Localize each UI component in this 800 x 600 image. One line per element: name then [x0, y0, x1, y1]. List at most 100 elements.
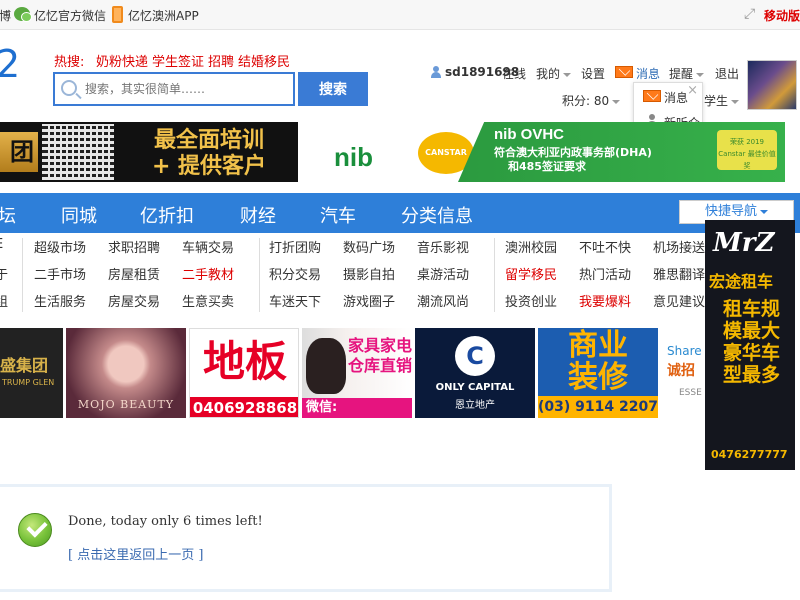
back-link[interactable]: [ 点击这里返回上一页 ]: [68, 544, 203, 563]
category-link[interactable]: 音乐影视: [417, 237, 469, 256]
category-link[interactable]: 二手教材: [182, 264, 234, 283]
nav-item-discount[interactable]: 亿折扣: [140, 202, 194, 228]
category-link[interactable]: 意见建议: [653, 291, 705, 310]
category-link[interactable]: 留学移民: [505, 264, 557, 283]
category-link[interactable]: 房屋租赁: [108, 264, 160, 283]
ad-wechat: 微信: aubed001: [302, 398, 412, 418]
messages-link[interactable]: 消息: [636, 65, 660, 82]
chevron-down-icon: [731, 99, 740, 104]
settings-link[interactable]: 设置: [581, 65, 605, 82]
avatar[interactable]: [747, 60, 797, 110]
divider: [494, 238, 495, 312]
ad-title: 商业 装修: [568, 328, 628, 395]
ad-tile-trump-glen[interactable]: 盛集团 TRUMP GLEN: [0, 328, 63, 418]
banner-text: 最全面培训 + 提供客户: [134, 128, 284, 180]
chevron-down-icon: [760, 209, 768, 214]
category-link[interactable]: 雅思翻译: [653, 264, 705, 283]
category-link[interactable]: 积分交易: [269, 264, 321, 283]
user-group[interactable]: 学生: [704, 92, 740, 109]
model-photo: [306, 338, 346, 394]
category-link[interactable]: 摄影自拍: [343, 264, 395, 283]
hot-link[interactable]: 学生签证: [152, 55, 204, 70]
hot-search-label: 热搜:: [54, 55, 85, 70]
mrz-subtitle: 宏途租车: [709, 272, 774, 291]
close-icon[interactable]: ×: [687, 83, 698, 98]
link-fragment[interactable]: 组: [0, 291, 8, 310]
category-link[interactable]: 桌游活动: [417, 264, 469, 283]
ad-tile-renovation[interactable]: 商业 装修 (03) 9114 2207: [538, 328, 658, 418]
search-input[interactable]: [85, 80, 285, 98]
mrz-car-rental-ad[interactable]: MrZ 宏途租车 租车规模最大 豪华车型最多 0476277777: [705, 220, 795, 470]
quick-nav-label: 快捷导航: [704, 204, 757, 219]
nib-banner[interactable]: nib CANSTAR nib OVHC 符合澳大利亚内政事务部(DHA) 和4…: [330, 122, 785, 182]
category-link[interactable]: 投资创业: [505, 291, 557, 310]
ad-title: MOJO BEAUTY: [77, 398, 175, 411]
category-link[interactable]: 潮流风尚: [417, 291, 469, 310]
status-message: Done, today only 6 times left!: [68, 514, 263, 529]
nav-item-forum[interactable]: 坛: [0, 202, 16, 228]
user-icon: [430, 66, 441, 78]
app-link[interactable]: 亿忆澳洲APP: [128, 7, 199, 24]
chevron-down-icon: [612, 99, 621, 104]
category-link[interactable]: 澳洲校园: [505, 237, 557, 256]
nav-item-local[interactable]: 同城: [61, 202, 97, 228]
category-link[interactable]: 打折团购: [269, 237, 321, 256]
ad-tile-only-capital[interactable]: ONLY CAPITAL 恩立地产: [415, 328, 535, 418]
training-banner[interactable]: 团 最全面培训 + 提供客户: [0, 122, 298, 182]
logout-link[interactable]: 退出: [715, 65, 739, 82]
banner-line1: 最全面培训: [153, 128, 264, 153]
nib-panel: nib OVHC 符合澳大利亚内政事务部(DHA) 和485签证要求 荣获 20…: [458, 122, 785, 182]
category-link[interactable]: 生意买卖: [182, 291, 234, 310]
ad-tile-flooring[interactable]: 地板 0406928868: [189, 328, 299, 418]
category-link[interactable]: 热门活动: [579, 264, 631, 283]
hot-search-links: 奶粉快递 学生签证 招聘 结婚移民: [96, 51, 294, 70]
mobile-version-link[interactable]: 移动版: [764, 7, 800, 24]
hot-link[interactable]: 招聘: [208, 55, 234, 70]
category-link[interactable]: 车迷天下: [269, 291, 321, 310]
wechat-icon: [14, 7, 32, 22]
mobile-phone-icon: [112, 6, 123, 23]
points-menu[interactable]: 积分: 80: [562, 92, 621, 109]
ad-phone: 0406928868: [190, 397, 298, 417]
my-menu[interactable]: 我的: [536, 65, 572, 82]
link-fragment[interactable]: 于: [0, 264, 8, 283]
online-status[interactable]: 在线: [502, 65, 526, 82]
ad-subtitle: TRUMP GLEN: [2, 378, 55, 387]
nav-item-cars[interactable]: 汽车: [320, 202, 356, 228]
ad-subtitle: 诚招: [667, 363, 695, 379]
banner-line2: + 提供客户: [151, 154, 267, 179]
ad-tile-share[interactable]: Share 诚招 ESSE: [661, 328, 711, 418]
category-link[interactable]: 机场接送: [653, 237, 705, 256]
link-fragment[interactable]: E: [0, 237, 3, 252]
ad-tile-mojo-beauty[interactable]: MOJO BEAUTY: [66, 328, 186, 418]
qr-code-image: [42, 124, 114, 180]
site-logo[interactable]: 2: [0, 42, 20, 86]
user-group-label: 学生: [704, 94, 729, 108]
nav-item-finance[interactable]: 财经: [240, 202, 276, 228]
expand-icon[interactable]: ⤢: [744, 7, 758, 21]
category-link[interactable]: 车辆交易: [182, 237, 234, 256]
mail-icon: [615, 66, 633, 78]
search-button[interactable]: 搜索: [298, 72, 368, 106]
award-badge: 荣获 2019 Canstar 最佳价值奖: [717, 130, 777, 170]
mrz-slogan: 租车规模最大 豪华车型最多: [723, 298, 781, 386]
nav-item-classifieds[interactable]: 分类信息: [401, 202, 473, 228]
category-link[interactable]: 房屋交易: [108, 291, 160, 310]
hot-link[interactable]: 结婚移民: [238, 55, 290, 70]
wechat-link[interactable]: 亿忆官方微信: [34, 7, 106, 24]
category-link[interactable]: 超级市场: [34, 237, 86, 256]
category-link[interactable]: 游戏圈子: [343, 291, 395, 310]
category-link[interactable]: 生活服务: [34, 291, 86, 310]
category-link[interactable]: 数码广场: [343, 237, 395, 256]
ad-title: 地板: [202, 337, 287, 386]
category-link[interactable]: 二手市场: [34, 264, 86, 283]
hot-link[interactable]: 奶粉快递: [96, 55, 148, 70]
remind-menu[interactable]: 提醒: [669, 65, 705, 82]
ad-tile-furniture[interactable]: 家具家电 仓库直销 微信: aubed001: [302, 328, 412, 418]
category-link[interactable]: 我要爆料: [579, 291, 631, 310]
weibo-link[interactable]: 博: [0, 7, 11, 24]
popup-messages-link[interactable]: 消息: [664, 89, 688, 106]
category-link[interactable]: 不吐不快: [579, 237, 631, 256]
ad-caption: ESSE: [679, 388, 702, 398]
category-link[interactable]: 求职招聘: [108, 237, 160, 256]
